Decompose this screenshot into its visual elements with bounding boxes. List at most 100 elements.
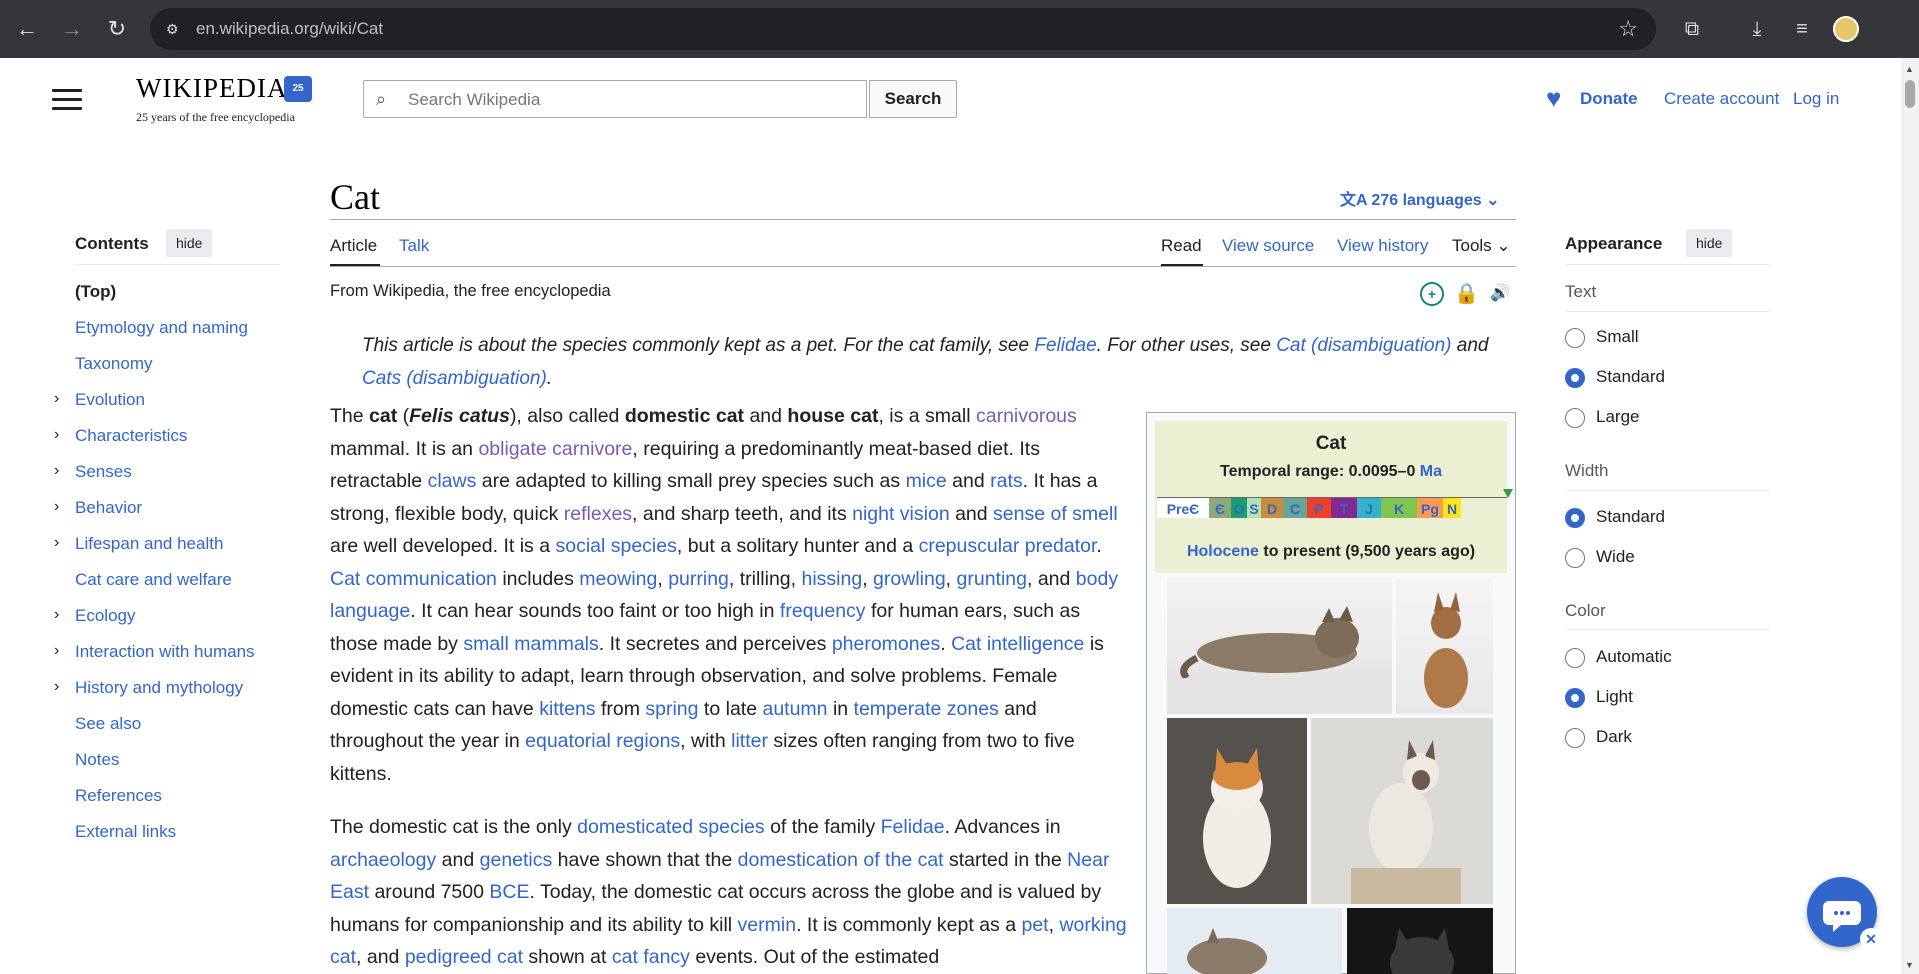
text-option-label[interactable]: Small (1596, 327, 1639, 347)
geologic-period-segment[interactable]: O (1231, 498, 1247, 518)
article-link[interactable]: litter (731, 730, 768, 752)
text-option-label[interactable]: Standard (1596, 367, 1665, 387)
scroll-up-icon[interactable]: ▲ (1905, 64, 1914, 74)
toc-item[interactable]: Ecology (75, 606, 135, 626)
article-link[interactable]: Cat intelligence (951, 633, 1084, 655)
toc-item[interactable]: External links (75, 822, 176, 842)
media-controls-icon[interactable]: ≡ (1787, 14, 1817, 44)
color-radio[interactable] (1565, 728, 1585, 748)
article-link[interactable]: frequency (780, 600, 866, 622)
toc-item[interactable]: (Top) (75, 282, 116, 302)
article-link[interactable]: Cat (disambiguation) (1276, 335, 1451, 356)
article-link[interactable]: Felidae (1034, 335, 1096, 356)
toc-item[interactable]: Cat care and welfare (75, 570, 232, 590)
article-link[interactable]: cat fancy (612, 946, 690, 968)
toc-item[interactable]: Senses (75, 462, 132, 482)
login-link[interactable]: Log in (1793, 89, 1839, 109)
back-icon[interactable]: ← (12, 14, 42, 44)
article-link[interactable]: obligate carnivore (478, 438, 632, 460)
article-link[interactable]: sense of smell (993, 503, 1118, 525)
geologic-period-segment[interactable]: PreЄ (1157, 498, 1209, 518)
article-link[interactable]: pheromones (832, 633, 940, 655)
chat-close-icon[interactable]: ✕ (1860, 928, 1882, 950)
article-link[interactable]: small mammals (463, 633, 598, 655)
article-link[interactable]: Cat communication (330, 568, 497, 590)
width-option-label[interactable]: Wide (1596, 547, 1635, 567)
toc-hide-button[interactable]: hide (166, 229, 213, 257)
toc-item[interactable]: Evolution (75, 390, 145, 410)
geologic-period-segment[interactable]: K (1381, 498, 1417, 518)
donate-heart-icon[interactable]: ♥ (1546, 85, 1561, 111)
toc-item[interactable]: Lifespan and health (75, 534, 223, 554)
article-link[interactable]: purring (668, 568, 729, 590)
photo-cat-abyssinian[interactable] (1396, 578, 1493, 714)
geologic-period-segment[interactable]: Pg (1417, 498, 1443, 518)
toc-item[interactable]: Taxonomy (75, 354, 152, 374)
photo-cat-snow[interactable] (1167, 908, 1342, 974)
color-radio[interactable] (1565, 688, 1585, 708)
tab-read[interactable]: Read (1161, 236, 1202, 256)
article-link[interactable]: grunting (957, 568, 1027, 590)
appearance-hide-button[interactable]: hide (1686, 229, 1733, 257)
site-info-icon[interactable]: ⚙ (166, 20, 184, 38)
main-menu-icon[interactable] (52, 89, 82, 113)
ma-link[interactable]: Ma (1420, 463, 1442, 480)
photo-cat-siamese[interactable] (1311, 718, 1493, 904)
article-link[interactable]: equatorial regions (525, 730, 680, 752)
bookmark-star-icon[interactable]: ☆ (1618, 16, 1638, 42)
geologic-period-segment[interactable]: D (1261, 498, 1283, 518)
donate-link[interactable]: Donate (1580, 89, 1638, 109)
article-link[interactable]: reflexes (564, 503, 632, 525)
chevron-right-icon[interactable]: › (54, 534, 59, 552)
width-option-label[interactable]: Standard (1596, 507, 1665, 527)
photo-cat-orange-white[interactable] (1167, 718, 1307, 904)
article-link[interactable]: genetics (480, 849, 553, 871)
article-link[interactable]: social species (555, 535, 676, 557)
article-link[interactable]: pedigreed cat (405, 946, 523, 968)
article-link[interactable]: pet (1021, 914, 1048, 936)
article-link[interactable]: archaeology (330, 849, 436, 871)
toc-item[interactable]: History and mythology (75, 678, 243, 698)
url-text[interactable]: en.wikipedia.org/wiki/Cat (196, 19, 383, 39)
downloads-icon[interactable]: ⤓ (1742, 14, 1772, 44)
toc-item[interactable]: Etymology and naming (75, 318, 248, 338)
article-link[interactable]: Cats (disambiguation) (362, 368, 547, 389)
toc-item[interactable]: See also (75, 714, 141, 734)
geologic-period-segment[interactable]: J (1357, 498, 1381, 518)
extensions-icon[interactable]: ⧉ (1677, 14, 1707, 44)
chevron-right-icon[interactable]: › (54, 606, 59, 624)
article-link[interactable]: night vision (852, 503, 950, 525)
toc-item[interactable]: References (75, 786, 162, 806)
geologic-period-segment[interactable]: T (1331, 498, 1357, 518)
reload-icon[interactable]: ↻ (102, 14, 132, 44)
toc-item[interactable]: Interaction with humans (75, 642, 255, 662)
tab-view-history[interactable]: View history (1337, 236, 1428, 256)
language-selector[interactable]: 文A 276 languages ⌄ (1340, 186, 1500, 210)
scrollbar-thumb[interactable] (1905, 80, 1915, 108)
article-link[interactable]: crepuscular predator (919, 535, 1097, 557)
chevron-right-icon[interactable]: › (54, 678, 59, 696)
article-link[interactable]: autumn (762, 698, 827, 720)
article-link[interactable]: vermin (738, 914, 797, 936)
tab-article[interactable]: Article (330, 236, 377, 256)
article-link[interactable]: BCE (489, 881, 529, 903)
scroll-down-icon[interactable]: ▼ (1905, 960, 1914, 970)
puzzle-globe-icon[interactable]: 25 (284, 76, 312, 102)
toc-item[interactable]: Characteristics (75, 426, 187, 446)
address-bar[interactable]: ⚙ en.wikipedia.org/wiki/Cat ☆ (150, 8, 1656, 50)
article-link[interactable]: domesticated species (577, 816, 765, 838)
toc-item[interactable]: Behavior (75, 498, 142, 518)
create-account-link[interactable]: Create account (1664, 89, 1779, 109)
text-radio[interactable] (1565, 408, 1585, 428)
chevron-right-icon[interactable]: › (54, 462, 59, 480)
article-link[interactable]: domestication of the cat (738, 849, 944, 871)
color-option-label[interactable]: Automatic (1596, 647, 1672, 667)
text-option-label[interactable]: Large (1596, 407, 1639, 427)
photo-cat-black[interactable] (1347, 908, 1493, 974)
lock-icon[interactable]: 🔒 (1454, 282, 1479, 306)
profile-avatar[interactable] (1833, 16, 1859, 42)
text-radio[interactable] (1565, 328, 1585, 348)
chevron-right-icon[interactable]: › (54, 426, 59, 444)
photo-cat-lying[interactable] (1167, 578, 1392, 714)
color-radio[interactable] (1565, 648, 1585, 668)
